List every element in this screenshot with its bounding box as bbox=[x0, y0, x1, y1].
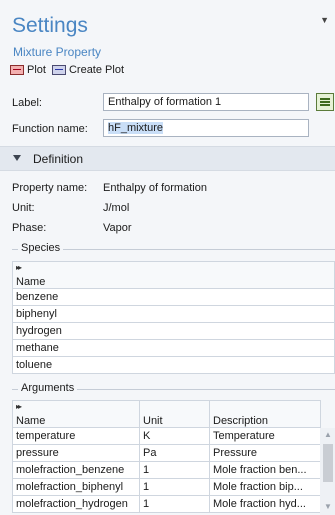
argument-name-cell: temperature bbox=[12, 427, 140, 445]
scroll-down-icon[interactable]: ▼ bbox=[324, 502, 332, 511]
argument-name-cell: molefraction_biphenyl bbox=[12, 478, 140, 496]
table-row[interactable]: toluene bbox=[12, 356, 335, 374]
function-name-label: Function name: bbox=[12, 123, 88, 135]
arguments-unit-header[interactable]: Unit bbox=[139, 400, 210, 428]
argument-description-cell: Mole fraction ben... bbox=[209, 461, 321, 479]
table-row[interactable]: pressure Pa Pressure bbox=[12, 444, 321, 462]
species-cell: toluene bbox=[12, 356, 335, 374]
argument-description-cell: Mole fraction bip... bbox=[209, 478, 321, 496]
scrollbar-thumb[interactable] bbox=[323, 444, 333, 482]
table-row[interactable]: temperature K Temperature bbox=[12, 427, 321, 445]
expand-columns-icon[interactable]: ▸▸ bbox=[16, 402, 22, 411]
argument-description-cell: Mole fraction hyd... bbox=[209, 495, 321, 513]
species-group-title: Species bbox=[18, 242, 64, 254]
plot-button[interactable]: Plot bbox=[10, 64, 46, 76]
table-row[interactable]: molefraction_hydrogen 1 Mole fraction hy… bbox=[12, 495, 321, 513]
chevron-down-icon bbox=[13, 155, 21, 161]
species-cell: methane bbox=[12, 339, 335, 357]
table-row[interactable]: methane bbox=[12, 339, 335, 357]
table-row[interactable]: molefraction_biphenyl 1 Mole fraction bi… bbox=[12, 478, 321, 496]
label-input[interactable]: Enthalpy of formation 1 bbox=[103, 93, 309, 111]
argument-name-cell: pressure bbox=[12, 444, 140, 462]
definition-section-header[interactable]: Definition bbox=[0, 146, 335, 171]
species-cell: benzene bbox=[12, 288, 335, 306]
property-name-label: Property name: bbox=[12, 182, 88, 194]
arguments-description-header[interactable]: Description bbox=[209, 400, 321, 428]
argument-name-cell: molefraction_benzene bbox=[12, 461, 140, 479]
argument-description-cell: Pressure bbox=[209, 444, 321, 462]
argument-unit-cell: 1 bbox=[139, 478, 210, 496]
species-cell: biphenyl bbox=[12, 305, 335, 323]
species-table: ▸▸ Name benzene biphenyl hydrogen methan… bbox=[12, 261, 335, 374]
toolbar: Plot Create Plot bbox=[10, 64, 124, 76]
phase-value: Vapor bbox=[103, 222, 132, 234]
function-name-value: hF_mixture bbox=[108, 122, 164, 134]
argument-unit-cell: Pa bbox=[139, 444, 210, 462]
table-row[interactable]: molefraction_benzene 1 Mole fraction ben… bbox=[12, 461, 321, 479]
arguments-table: ▸▸ Name Unit Description temperature K T… bbox=[12, 400, 321, 513]
page-title: Settings bbox=[12, 14, 88, 37]
expand-columns-icon[interactable]: ▸▸ bbox=[16, 263, 22, 272]
phase-label: Phase: bbox=[12, 222, 47, 234]
species-cell: hydrogen bbox=[12, 322, 335, 340]
table-row[interactable]: hydrogen bbox=[12, 322, 335, 340]
arguments-name-header[interactable]: ▸▸ Name bbox=[12, 400, 140, 428]
create-plot-icon bbox=[51, 65, 66, 75]
argument-name-cell: molefraction_hydrogen bbox=[12, 495, 140, 513]
property-name-value: Enthalpy of formation bbox=[103, 182, 207, 194]
create-plot-button[interactable]: Create Plot bbox=[51, 64, 124, 76]
unit-value: J/mol bbox=[103, 202, 130, 214]
scroll-up-icon[interactable]: ▲ bbox=[324, 430, 332, 439]
species-name-header[interactable]: ▸▸ Name bbox=[12, 261, 335, 289]
table-row[interactable]: biphenyl bbox=[12, 305, 335, 323]
plot-label: Plot bbox=[27, 64, 46, 76]
argument-unit-cell: 1 bbox=[139, 495, 210, 513]
plot-icon bbox=[10, 65, 24, 75]
argument-description-cell: Temperature bbox=[209, 427, 321, 445]
create-plot-label: Create Plot bbox=[68, 64, 124, 76]
table-row[interactable]: benzene bbox=[12, 288, 335, 306]
arguments-group-title: Arguments bbox=[18, 382, 78, 394]
page-subtitle: Mixture Property bbox=[13, 45, 102, 59]
argument-unit-cell: 1 bbox=[139, 461, 210, 479]
label-list-icon[interactable] bbox=[316, 93, 334, 111]
arguments-scrollbar[interactable]: ▲ ▼ bbox=[320, 428, 335, 515]
function-name-input[interactable]: hF_mixture bbox=[103, 119, 309, 137]
dropdown-arrow-icon[interactable]: ▼ bbox=[320, 15, 329, 25]
label-field-label: Label: bbox=[12, 97, 42, 109]
unit-label: Unit: bbox=[12, 202, 35, 214]
definition-section-title: Definition bbox=[33, 152, 84, 166]
argument-unit-cell: K bbox=[139, 427, 210, 445]
